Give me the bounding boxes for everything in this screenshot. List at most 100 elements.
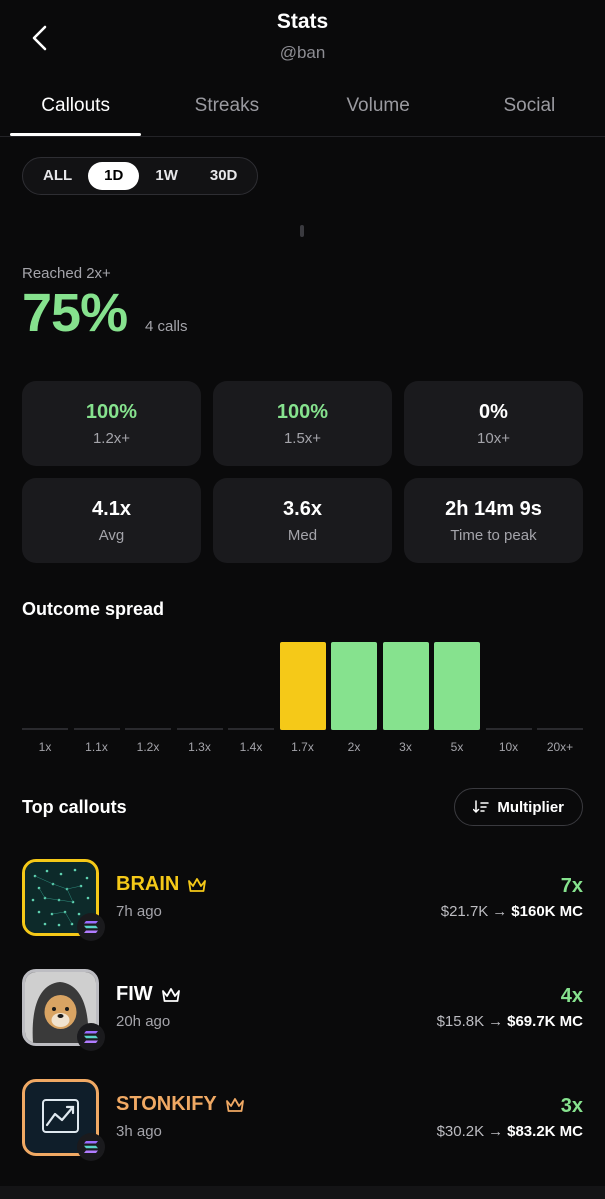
mc-from: $15.8K bbox=[436, 1013, 485, 1030]
bar-slot-1.7x bbox=[279, 630, 326, 730]
time-ago: 7h ago bbox=[116, 903, 162, 920]
token-name: FIW bbox=[116, 983, 153, 1005]
tick-label-3x: 3x bbox=[399, 740, 412, 754]
tab-callouts[interactable]: Callouts bbox=[0, 80, 151, 136]
user-handle: @ban bbox=[279, 43, 326, 62]
mc-to: $83.2K bbox=[507, 1123, 556, 1140]
sort-icon bbox=[473, 800, 490, 814]
bar-baseline bbox=[485, 728, 532, 730]
mc-from: $21.7K bbox=[440, 903, 489, 920]
multiplier-value: 7x bbox=[560, 875, 583, 897]
arrow-right-icon: → bbox=[488, 1123, 504, 1140]
callout-item[interactable]: BRAIN 7h ago 7x $21.7K → $160K MC bbox=[22, 859, 583, 941]
stat-card: 100% 1.2x+ bbox=[22, 381, 201, 466]
tick-label-1.2x: 1.2x bbox=[136, 740, 160, 754]
reached-label: Reached 2x+ bbox=[22, 265, 111, 282]
crown-icon bbox=[161, 987, 180, 1002]
token-name: BRAIN bbox=[116, 873, 180, 895]
tick-label-20x+: 20x+ bbox=[546, 740, 574, 754]
bar-baseline bbox=[125, 728, 171, 730]
bar-baseline bbox=[176, 728, 223, 730]
market-cap-range: $30.2K → $83.2K MC bbox=[437, 1123, 583, 1140]
stat-label: Time to peak bbox=[450, 526, 537, 544]
stat-label: Med bbox=[287, 526, 318, 544]
bar-slot-5x bbox=[434, 630, 480, 730]
bar-baseline bbox=[228, 728, 274, 730]
bar-slot-2x bbox=[331, 630, 377, 730]
bar-slot-1.3x bbox=[176, 630, 223, 730]
stat-card: 4.1x Avg bbox=[22, 478, 201, 563]
bar-slot-1.4x bbox=[228, 630, 274, 730]
arrow-right-icon: → bbox=[488, 1013, 504, 1030]
tick-label-1.7x: 1.7x bbox=[291, 740, 314, 754]
crown-icon bbox=[188, 877, 207, 892]
range-1d[interactable]: 1D bbox=[88, 162, 140, 190]
bar-baseline bbox=[537, 728, 583, 730]
range-all[interactable]: ALL bbox=[27, 162, 88, 190]
mc-suffix: MC bbox=[559, 1013, 583, 1030]
stat-value: 2h 14m 9s bbox=[445, 497, 542, 520]
mc-from: $30.2K bbox=[436, 1123, 485, 1140]
stat-card: 2h 14m 9s Time to peak bbox=[404, 478, 583, 563]
market-cap-range: $21.7K → $160K MC bbox=[441, 903, 583, 920]
sort-button[interactable]: Multiplier bbox=[454, 788, 583, 826]
time-ago: 3h ago bbox=[116, 1123, 162, 1140]
multiplier-value: 3x bbox=[560, 1095, 583, 1117]
bar-2x bbox=[331, 642, 377, 730]
bar-slot-1.1x bbox=[73, 630, 120, 730]
token-name: STONKIFY bbox=[116, 1093, 217, 1115]
reached-percent: 75% bbox=[22, 283, 128, 343]
arrow-right-icon: → bbox=[492, 903, 508, 920]
stat-label: 10x+ bbox=[477, 429, 510, 447]
stat-value: 4.1x bbox=[92, 497, 131, 520]
crown-icon bbox=[225, 1097, 244, 1112]
tick-label-1x: 1x bbox=[38, 740, 52, 754]
tick-label-1.4x: 1.4x bbox=[239, 740, 263, 754]
token-name-row: FIW bbox=[116, 983, 181, 1006]
token-name-row: BRAIN bbox=[116, 873, 207, 896]
callout-item[interactable]: STONKIFY 3h ago 3x $30.2K → $83.2K MC bbox=[22, 1079, 583, 1161]
stat-value: 100% bbox=[85, 400, 138, 423]
time-ago: 20h ago bbox=[116, 1013, 171, 1030]
bar-baseline bbox=[22, 728, 68, 730]
spread-title: Outcome spread bbox=[22, 599, 165, 619]
mc-to: $69.7K bbox=[507, 1013, 556, 1030]
stats-grid: 100% 1.2x+ 100% 1.5x+ 0% 10x+ 4.1x Avg 3… bbox=[22, 381, 583, 563]
outcome-spread-chart: 1x 1.1x 1.2x 1.3x 1.4x 1.7x 2x 3x 5x 10x 20x+ bbox=[22, 630, 583, 760]
bar-slot-20x+ bbox=[537, 630, 583, 730]
tab-volume[interactable]: Volume bbox=[303, 80, 454, 136]
tab-social[interactable]: Social bbox=[454, 80, 605, 136]
tab-streaks[interactable]: Streaks bbox=[151, 80, 302, 136]
bar-slot-1.2x bbox=[125, 630, 171, 730]
time-range-selector: ALL 1D 1W 30D bbox=[22, 157, 259, 195]
bar-1.7x bbox=[279, 642, 326, 730]
stat-card: 3.6x Med bbox=[213, 478, 392, 563]
bar-baseline bbox=[73, 728, 120, 730]
tab-bar: Callouts Streaks Volume Social bbox=[0, 80, 605, 137]
mc-suffix: MC bbox=[559, 903, 583, 920]
solana-badge bbox=[77, 1023, 105, 1051]
mc-suffix: MC bbox=[559, 1123, 583, 1140]
page-title: Stats bbox=[276, 10, 329, 33]
bottom-bar bbox=[0, 1186, 605, 1199]
stat-label: 1.5x+ bbox=[283, 429, 322, 447]
drag-handle[interactable] bbox=[300, 225, 304, 237]
range-1w[interactable]: 1W bbox=[139, 162, 194, 190]
stat-value: 100% bbox=[276, 400, 329, 423]
multiplier-value: 4x bbox=[560, 985, 583, 1007]
stat-label: Avg bbox=[98, 526, 125, 544]
stat-card: 100% 1.5x+ bbox=[213, 381, 392, 466]
bar-slot-1x bbox=[22, 630, 68, 730]
solana-icon bbox=[84, 921, 98, 933]
bar-slot-3x bbox=[382, 630, 429, 730]
solana-icon bbox=[84, 1141, 98, 1153]
bar-slot-10x bbox=[485, 630, 532, 730]
range-30d[interactable]: 30D bbox=[194, 162, 254, 190]
callout-item[interactable]: FIW 20h ago 4x $15.8K → $69.7K MC bbox=[22, 969, 583, 1051]
market-cap-range: $15.8K → $69.7K MC bbox=[437, 1013, 583, 1030]
tick-label-5x: 5x bbox=[450, 740, 464, 754]
stat-value: 0% bbox=[479, 400, 508, 423]
stat-card: 0% 10x+ bbox=[404, 381, 583, 466]
token-name-row: STONKIFY bbox=[116, 1093, 245, 1116]
sort-label: Multiplier bbox=[497, 798, 564, 816]
